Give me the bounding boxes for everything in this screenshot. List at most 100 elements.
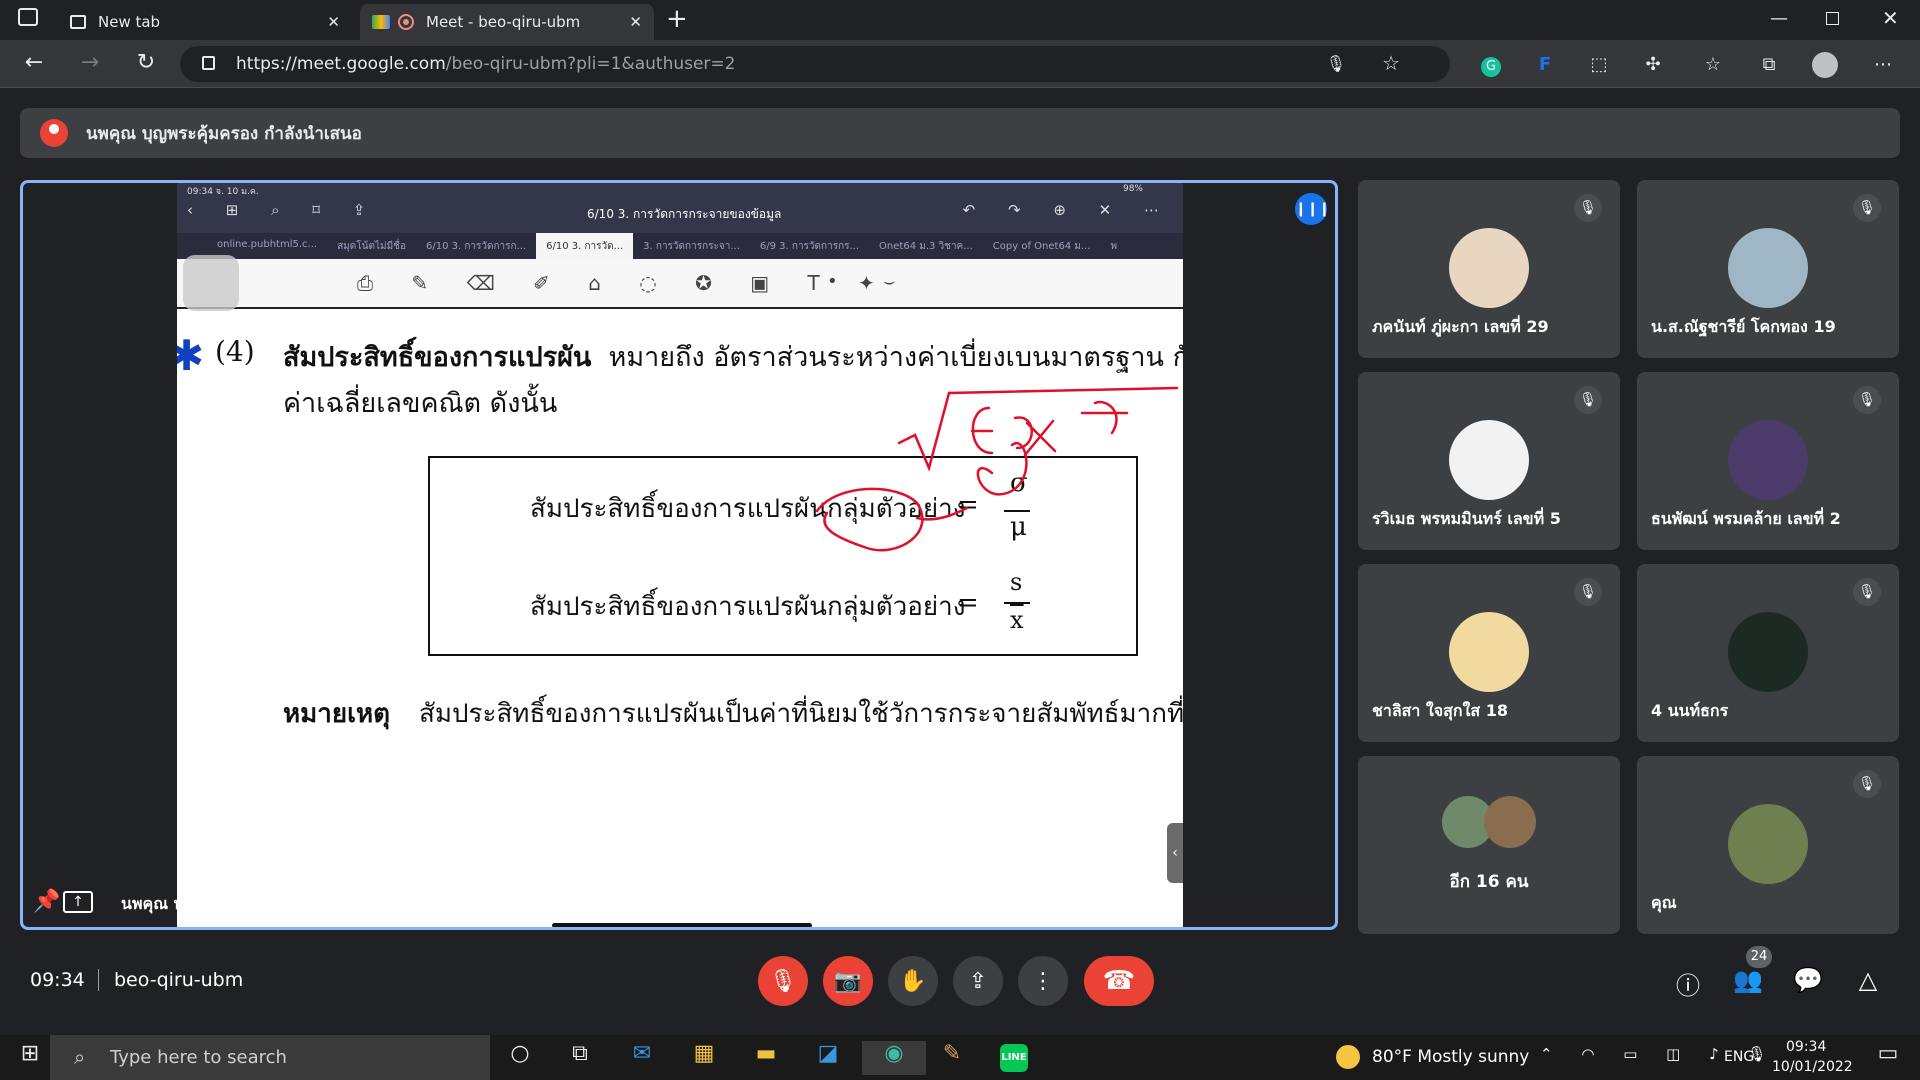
doc-tab: Copy of Onet64 ม... [992,241,1091,252]
more-options-button[interactable]: ⋮ [1018,956,1068,1006]
presenting-banner: นพคุณ บุญพระคุ้มครอง กำลังนำเสนอ [20,108,1900,158]
window-menu-icon[interactable] [18,8,38,26]
participant-tile[interactable]: 🎙 ธนพัฒน์ พรมคล้าย เลขที่ 2 [1637,372,1899,550]
minimize-icon[interactable]: — [1770,8,1788,29]
language-indicator[interactable]: ENG [1724,1049,1754,1065]
people-icon[interactable]: 👥 [1732,966,1764,998]
line-app-icon[interactable]: LINE [996,1041,1032,1075]
participant-tile[interactable]: 🎙 ภคนันท์ ภู่ผะกา เลขที่ 29 [1358,180,1620,358]
lock-icon [202,56,215,70]
leave-call-button[interactable]: ☎ [1084,956,1154,1006]
chat-icon[interactable]: 💬 [1792,966,1824,998]
mic-muted-icon: 🎙 [1853,578,1881,606]
url-host: https://meet.google.com [236,54,446,74]
note-text: สัมประสิทธิ์ของการแปรผันเป็นค่าที่นิยมใช… [419,699,1183,729]
participant-tile[interactable]: 🎙 ชาลิสา ใจสุกใส 18 [1358,564,1620,742]
formula-box: สัมประสิทธิ์ของการแปรผันกลุ่มตัวอย่าง = … [428,456,1138,656]
url-field[interactable]: https://meet.google.com/beo-qiru-ubm?pli… [180,46,1450,82]
formula2-denominator: x [1010,606,1024,634]
favorite-star-icon[interactable]: ☆ [1382,51,1400,75]
participant-name: 4 นนท์ธกร [1651,701,1729,720]
more-participants-tile[interactable]: อีก 16 คน [1358,756,1620,934]
browser-tab-bar: New tab ✕ Meet - beo-qiru-ubm ✕ + — ✕ [0,0,1920,40]
heading-number: (4) [215,335,255,368]
notifications-icon[interactable]: ▭ [1870,1041,1906,1075]
windows-start-icon[interactable]: ⊞ [12,1041,48,1075]
mail-icon[interactable]: ✉ [624,1041,660,1075]
side-handle-icon[interactable]: ‹ [1167,823,1183,883]
pen-tools-icons: ⎙ ✎ ⌫ ✐ ⌂ ◌ ✪ ▣ T ✦ [357,271,891,295]
tab-meet[interactable]: Meet - beo-qiru-ubm ✕ [360,4,654,40]
mic-toggle-button[interactable]: 🎙 [758,956,808,1006]
close-window-icon[interactable]: ✕ [1882,6,1899,30]
close-tab-icon[interactable]: ✕ [327,13,340,31]
meeting-time: 09:34 [30,969,85,991]
formula1-numerator: σ [1010,468,1028,498]
formula1-label: สัมประสิทธิ์ของการแปรผันกลุ่มตัวอย่าง [530,494,966,524]
ipad-doc-tabs: online.pubhtml5.c... สมุดโน้ตไม่มีชื่อ 6… [177,233,1183,259]
doc-tab: 6/9 3. การวัดการกร... [759,241,860,252]
taskbar-search[interactable]: ⌕ Type here to search [50,1035,490,1080]
restore-icon[interactable] [1826,12,1839,25]
formula2-equals: = [957,588,979,618]
fraction-bar [1004,602,1030,604]
paint-icon[interactable]: ✎ [934,1041,970,1075]
cortana-icon[interactable]: ○ [502,1041,538,1075]
extension-f-icon[interactable]: F [1532,52,1558,78]
activities-icon[interactable]: △ [1852,966,1884,998]
task-view-icon[interactable]: ⧉ [562,1041,598,1075]
participant-tile[interactable]: 🎙 4 นนท์ธกร [1637,564,1899,742]
self-tile[interactable]: 🎙 คุณ [1637,756,1899,934]
close-tab-icon[interactable]: ✕ [629,13,642,31]
weather-sun-icon [1336,1045,1360,1069]
more-menu-icon[interactable]: ⋯ [1870,52,1896,78]
reload-icon[interactable]: ↻ [130,50,162,75]
participant-tile[interactable]: 🎙 รวิเมธ พรหมมินทร์ เลขที่ 5 [1358,372,1620,550]
camera-toggle-button[interactable]: 📷 [823,956,873,1006]
weather-text[interactable]: 80°F Mostly sunny [1372,1047,1529,1067]
meeting-code: beo-qiru-ubm [114,969,244,991]
avatar [1449,228,1529,308]
back-icon[interactable]: ← [18,50,50,75]
extension-icon[interactable]: ⬚ [1586,52,1612,78]
grammarly-icon[interactable]: G [1478,52,1504,78]
profile-avatar[interactable] [1812,52,1838,78]
formula1-equals: = [957,490,979,520]
puzzle-icon[interactable]: ✣ [1640,52,1666,78]
store-icon[interactable]: ▦ [686,1041,722,1075]
present-now-button[interactable]: ⇪ [953,956,1003,1006]
blue-star-mark-icon: ✱ [177,331,204,380]
avatar [1728,228,1808,308]
avatar [1728,420,1808,500]
raise-hand-button[interactable]: ✋ [888,956,938,1006]
doc-title: 6/10 3. การวัดการกระจายของข้อมูล [587,207,782,221]
clock-date[interactable]: 10/01/2022 [1772,1059,1853,1075]
mic-muted-icon: 🎙 [1853,386,1881,414]
clock-time[interactable]: 09:34 [1786,1039,1826,1055]
forward-icon[interactable]: → [74,50,106,75]
meeting-info-icon[interactable]: ⓘ [1672,966,1704,1000]
meet-logo-icon [372,15,390,29]
avatar [1728,804,1808,884]
note-label: หมายเหตุ [283,699,391,729]
formula2-label: สัมประสิทธิ์ของการแปรผันกลุ่มตัวอย่าง [530,592,966,622]
search-placeholder: Type here to search [110,1047,287,1068]
participant-tile[interactable]: 🎙 น.ส.ณัฐชารีย์ โคกทอง 19 [1637,180,1899,358]
divider [98,969,99,991]
tab-new-tab[interactable]: New tab ✕ [58,4,352,40]
tab-title: Meet - beo-qiru-ubm [426,13,581,31]
address-bar: https://meet.google.com/beo-qiru-ubm?pli… [0,40,1920,88]
heading-line: สัมประสิทธิ์ของการแปรผัน หมายถึง อัตราส่… [283,335,1183,378]
edge-icon[interactable]: ◉ [862,1041,926,1075]
heading-rest: หมายถึง อัตราส่วนระหว่างค่าเบี่ยงเบนมาตร… [608,342,1183,373]
participant-name: คุณ [1651,893,1677,912]
new-tab-button[interactable]: + [666,4,688,34]
formula1-denominator: μ [1010,512,1027,542]
favorites-icon[interactable]: ☆ [1700,52,1726,78]
windows-taskbar: ⊞ ⌕ Type here to search ○ ⧉ ✉ ▦ ▬ ◪ ◉ ✎ … [0,1035,1920,1080]
microphone-icon[interactable]: 🎙 [1326,54,1346,73]
pin-icon[interactable]: 📌 [33,889,60,914]
file-explorer-icon[interactable]: ▬ [748,1041,784,1075]
collections-icon[interactable]: ⧉ [1756,52,1782,78]
app-icon[interactable]: ◪ [810,1041,846,1075]
